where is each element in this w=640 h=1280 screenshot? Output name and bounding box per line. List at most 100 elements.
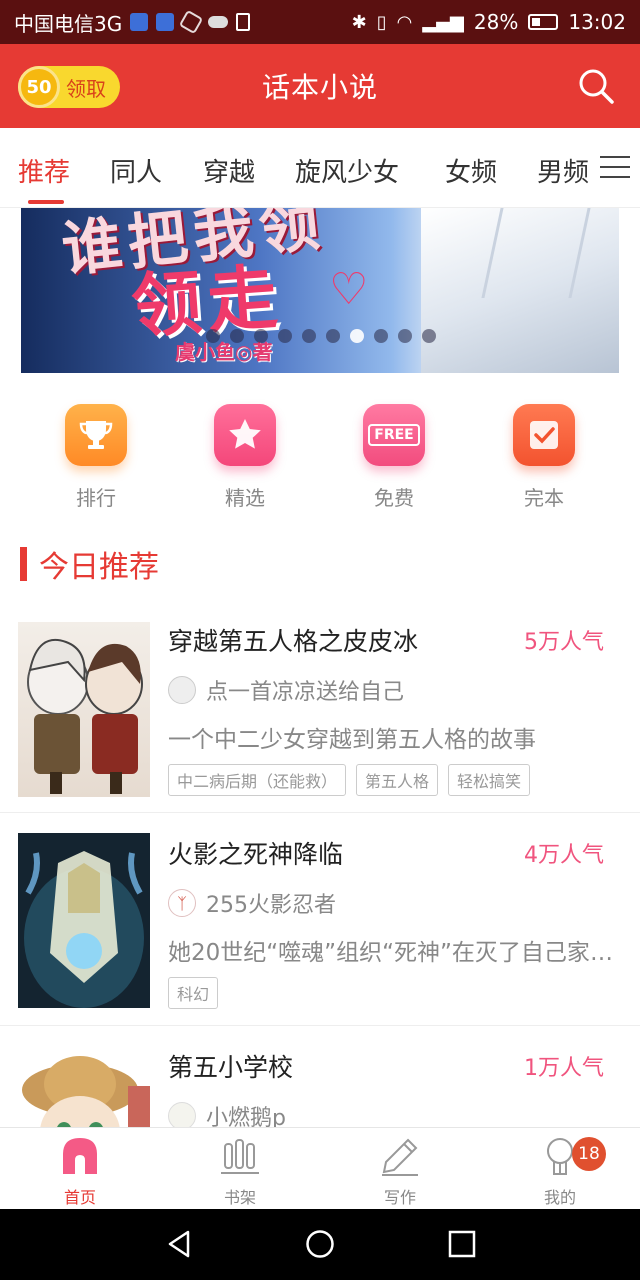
- book-author[interactable]: 小燃鹅p: [168, 1100, 286, 1127]
- active-tab-indicator: [28, 200, 64, 204]
- avatar: [168, 1102, 196, 1127]
- carousel-dot[interactable]: [206, 329, 220, 343]
- carousel-dot[interactable]: [422, 329, 436, 343]
- author-name: 点一首凉凉送给自己: [206, 680, 405, 705]
- coin-icon: 50: [18, 66, 60, 108]
- carousel-dot[interactable]: [398, 329, 412, 343]
- recents-square-icon: [448, 1230, 476, 1258]
- app-title: 话本小说: [261, 71, 378, 104]
- claim-coins-button[interactable]: 50 领取: [18, 66, 120, 108]
- clock: 13:02: [568, 10, 626, 34]
- settings-hex-icon: [178, 9, 204, 35]
- tag[interactable]: 轻松搞笑: [448, 764, 531, 796]
- category-ranking[interactable]: 排行: [46, 404, 146, 511]
- bluetooth-icon: ✱: [351, 11, 367, 33]
- book-author[interactable]: 点一首凉凉送给自己: [168, 674, 404, 706]
- app-bar: 50 领取 话本小说: [0, 44, 640, 128]
- category-shortcuts: 排行 精选 FREE 免费 完本: [0, 404, 640, 514]
- book-title: 火影之死神降临: [168, 840, 344, 869]
- book-list-item[interactable]: 第五小学校 1万人气 小燃鹅p: [0, 1026, 640, 1127]
- back-button[interactable]: [164, 1229, 194, 1259]
- carousel-dot[interactable]: [254, 329, 268, 343]
- author-name: 小燃鹅p: [206, 1106, 286, 1127]
- tabs-menu-button[interactable]: [600, 152, 630, 182]
- tab-fanfic[interactable]: 同人: [110, 152, 162, 189]
- battery-percent: 28%: [473, 10, 519, 34]
- banner-collar-detail: [481, 208, 591, 298]
- banner-carousel[interactable]: 谁把我领 领走 ♡ 虞小鱼◎著: [21, 208, 619, 373]
- book-cover-image: [18, 833, 150, 1008]
- section-header: 今日推荐: [20, 542, 159, 586]
- tab-female[interactable]: 女频: [445, 152, 497, 189]
- carousel-indicator: [206, 329, 436, 343]
- book-title: 第五小学校: [168, 1053, 294, 1082]
- back-triangle-icon: [168, 1230, 190, 1258]
- nav-label: 首页: [63, 1188, 96, 1207]
- cloud-icon: [208, 16, 229, 28]
- battery-icon: [528, 14, 559, 30]
- book-tags: 科幻: [168, 977, 219, 1009]
- nav-write[interactable]: 写作: [340, 1136, 460, 1208]
- vibrate-icon: ▯: [376, 11, 387, 33]
- carousel-dot[interactable]: [302, 329, 316, 343]
- coin-value: 50: [26, 76, 52, 98]
- tab-whirlwind-girl[interactable]: 旋风少女: [295, 152, 399, 189]
- recents-button[interactable]: [447, 1229, 477, 1259]
- carousel-dot[interactable]: [230, 329, 244, 343]
- wifi-icon: ◠: [396, 11, 413, 33]
- category-completed[interactable]: 完本: [494, 404, 594, 511]
- tab-male[interactable]: 男频: [537, 152, 589, 189]
- check-icon: [513, 404, 575, 466]
- book-tags: 中二病后期（还能救） 第五人格 轻松搞笑: [168, 764, 531, 796]
- category-label: 完本: [524, 486, 564, 510]
- home-circle-icon: [306, 1230, 334, 1258]
- tab-time-travel[interactable]: 穿越: [203, 152, 255, 189]
- book-description: 一个中二少女穿越到第五人格的故事: [168, 727, 536, 753]
- star-icon: [214, 404, 276, 466]
- tag[interactable]: 科幻: [168, 977, 219, 1009]
- carousel-dot[interactable]: [350, 329, 364, 343]
- menu-icon: [600, 156, 630, 158]
- book-author[interactable]: ᛉ 255火影忍者: [168, 887, 336, 919]
- tag[interactable]: 中二病后期（还能救）: [168, 764, 347, 796]
- tag[interactable]: 第五人格: [356, 764, 439, 796]
- book-title: 穿越第五人格之皮皮冰: [168, 627, 419, 656]
- signal-icon: ▂▄▆: [422, 11, 464, 33]
- category-free[interactable]: FREE 免费: [344, 404, 444, 511]
- book-cover-image: [18, 622, 150, 797]
- book-popularity: 1万人气: [524, 1056, 604, 1081]
- nav-home[interactable]: 首页: [20, 1136, 140, 1208]
- claim-label: 领取: [66, 76, 106, 101]
- book-list-item[interactable]: 火影之死神降临 4万人气 ᛉ 255火影忍者 她20世纪“噬魂”组织“死神”在灭…: [0, 813, 640, 1026]
- notification-badge: 18: [572, 1137, 606, 1171]
- category-tabs: 推荐 同人 穿越 旋风少女 女频 男频: [0, 128, 640, 208]
- home-button[interactable]: [305, 1229, 335, 1259]
- author-name: 255火影忍者: [206, 893, 336, 918]
- carousel-dot[interactable]: [278, 329, 292, 343]
- system-navigation-bar: [0, 1209, 640, 1280]
- category-label: 免费: [374, 486, 414, 510]
- status-bar: 中国电信3G ✱ ▯ ◠ ▂▄▆ 28% 13:02: [0, 0, 640, 44]
- nav-bookshelf[interactable]: 书架: [180, 1136, 300, 1208]
- section-accent-bar: [20, 547, 27, 581]
- book-popularity: 4万人气: [524, 843, 604, 868]
- nav-label: 写作: [383, 1188, 416, 1207]
- shield-icon: [130, 13, 149, 31]
- avatar: [168, 676, 196, 704]
- upload-icon: [236, 13, 251, 31]
- carousel-dot[interactable]: [374, 329, 388, 343]
- tab-recommend[interactable]: 推荐: [18, 152, 70, 189]
- category-featured[interactable]: 精选: [195, 404, 295, 511]
- book-description: 她20世纪“噬魂”组织“死神”在灭了自己家族后: [168, 940, 624, 966]
- book-cover-image: [18, 1046, 150, 1127]
- section-title: 今日推荐: [39, 550, 159, 585]
- nav-label: 我的: [543, 1188, 576, 1207]
- search-button[interactable]: [576, 66, 616, 106]
- carousel-dot[interactable]: [326, 329, 340, 343]
- category-label: 排行: [76, 486, 116, 510]
- book-list-item[interactable]: 穿越第五人格之皮皮冰 5万人气 点一首凉凉送给自己 一个中二少女穿越到第五人格的…: [0, 600, 640, 813]
- free-icon: FREE: [363, 404, 425, 466]
- nav-label: 书架: [223, 1188, 256, 1207]
- search-icon: [579, 69, 614, 104]
- carrier-label: 中国电信3G: [14, 11, 123, 36]
